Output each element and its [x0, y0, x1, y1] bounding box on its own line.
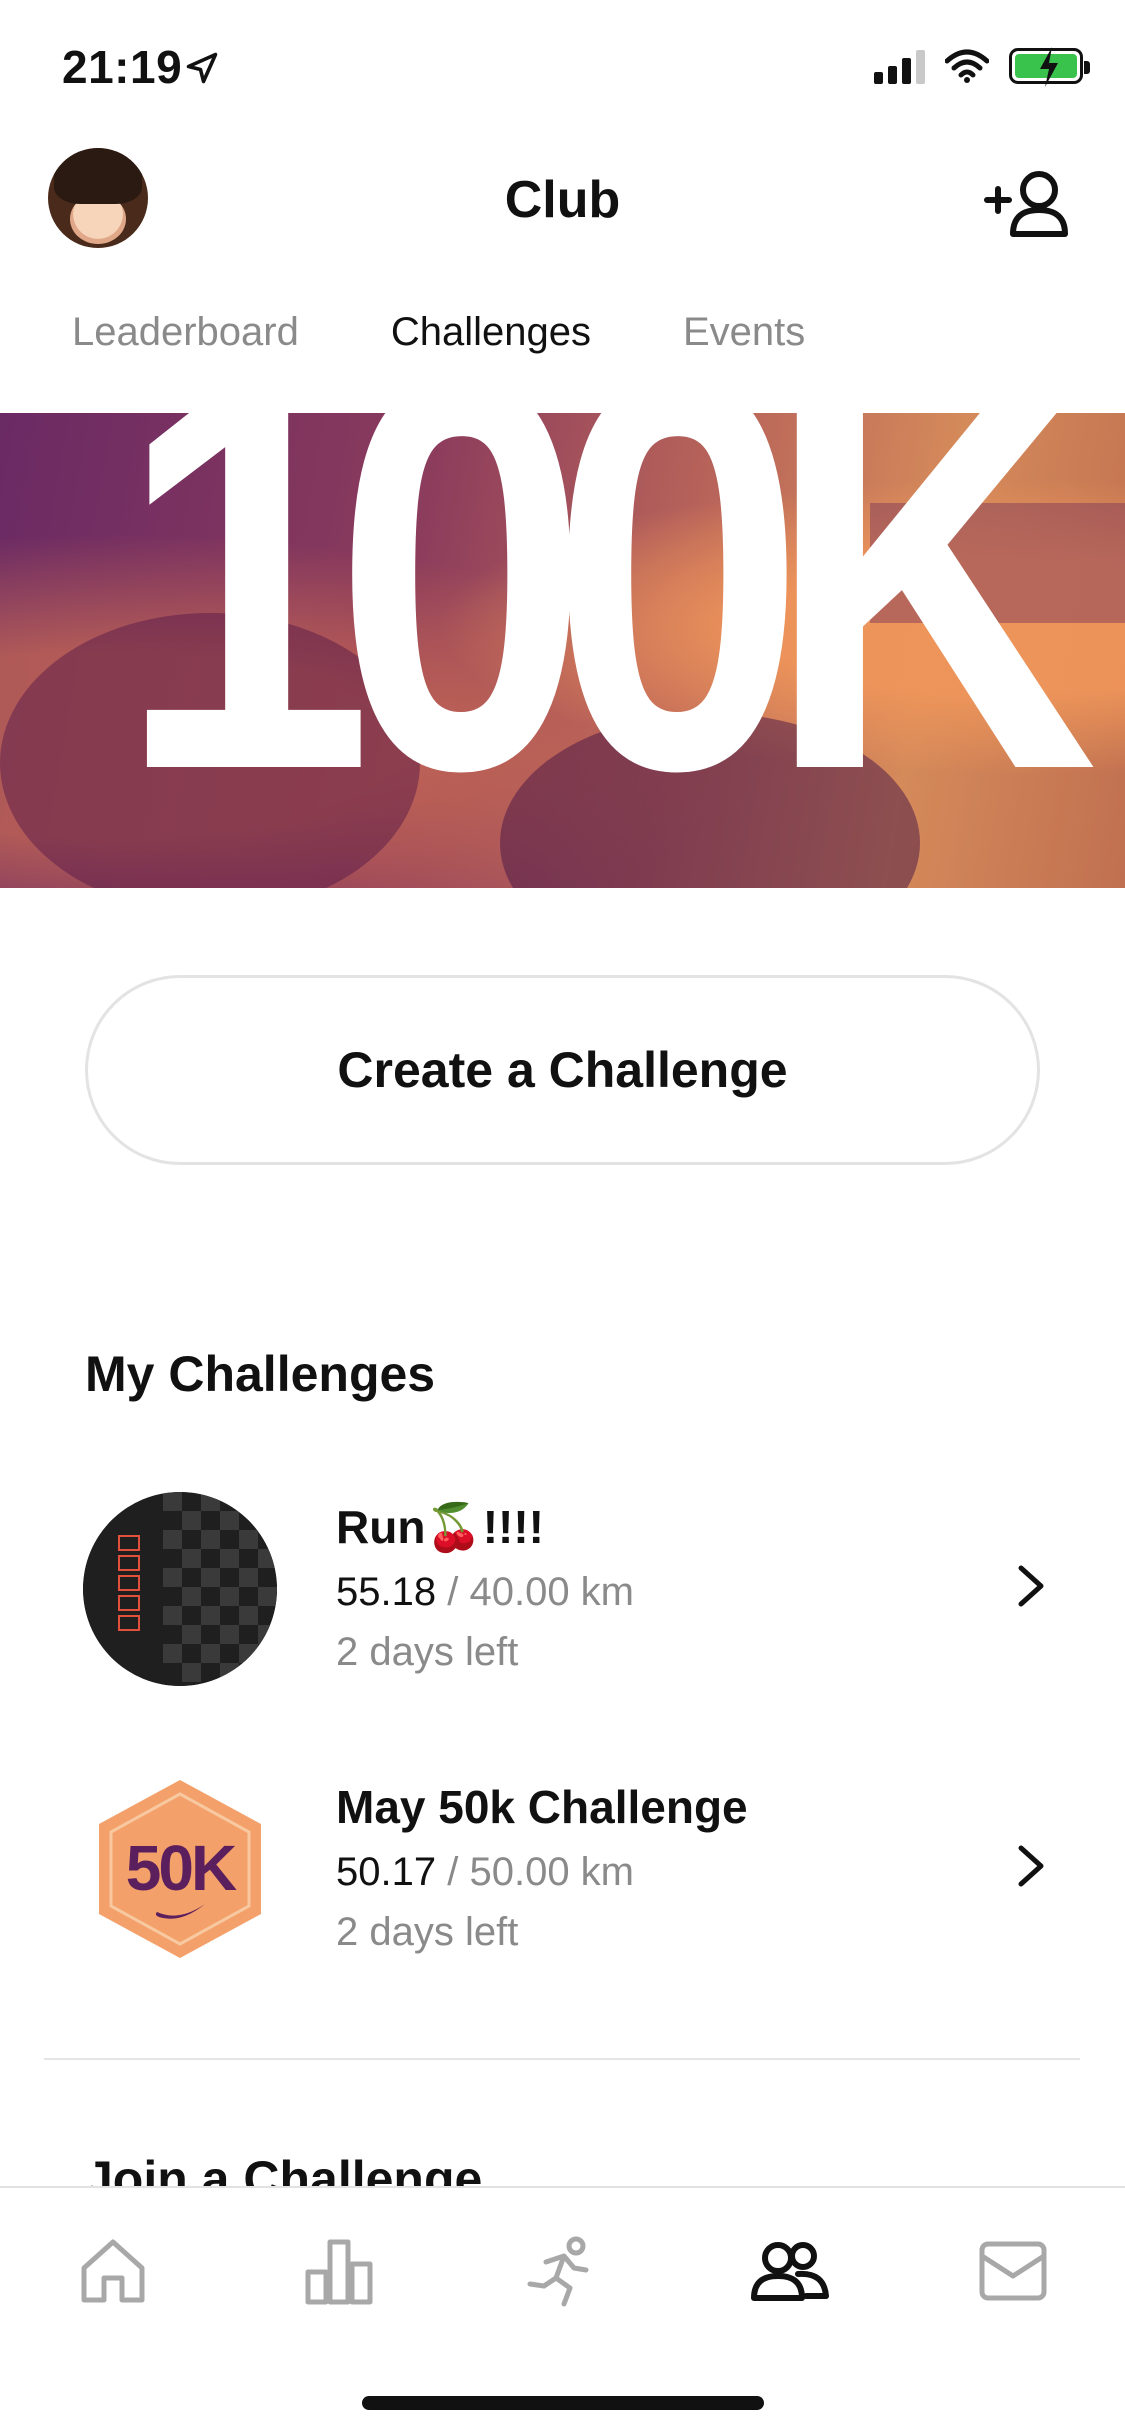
status-time: 21:19 [62, 41, 183, 93]
tab-challenges[interactable]: Challenges [391, 310, 591, 355]
challenge-goal: / 40.00 km [447, 1570, 634, 1614]
club-icon[interactable] [748, 2234, 830, 2308]
status-bar: 21:19 [0, 0, 1125, 140]
challenge-row[interactable]: Run🍒!!!! 55.18 / 40.00 km 2 days left [0, 1480, 1125, 1700]
section-divider [44, 2058, 1080, 2060]
challenge-days-left: 2 days left [336, 1630, 519, 1674]
wifi-icon [945, 49, 989, 83]
chevron-right-icon [1018, 1845, 1044, 1887]
home-indicator [362, 2396, 764, 2410]
battery-icon [1009, 47, 1090, 87]
status-icons [874, 47, 1090, 87]
challenge-row[interactable]: 50K May 50k Challenge 50.17 / 50.00 km 2… [0, 1760, 1125, 1980]
challenge-title: Run🍒!!!! [336, 1501, 544, 1553]
run-icon[interactable] [524, 2234, 598, 2308]
create-challenge-button[interactable]: Create a Challenge [85, 975, 1040, 1165]
home-icon[interactable] [76, 2234, 150, 2308]
challenge-progress-value: 55.18 [336, 1570, 437, 1614]
activity-icon[interactable] [302, 2234, 376, 2308]
my-challenges-heading: My Challenges [85, 1346, 436, 1402]
checkered-badge-icon [83, 1492, 277, 1686]
tab-events[interactable]: Events [683, 310, 805, 355]
challenge-title: May 50k Challenge [336, 1781, 748, 1833]
segment-tabs: Leaderboard Challenges Events [72, 310, 897, 355]
challenge-progress: 50.17 / 50.00 km [336, 1850, 634, 1895]
page-title: Club [504, 171, 621, 229]
challenge-progress-value: 50.17 [336, 1850, 437, 1894]
tab-leaderboard[interactable]: Leaderboard [72, 310, 299, 355]
header: Club [0, 140, 1125, 290]
hero-banner[interactable]: 100K [0, 413, 1125, 888]
badge-text: 50K [126, 1832, 237, 1904]
challenge-progress: 55.18 / 40.00 km [336, 1570, 634, 1615]
challenge-goal: / 50.00 km [447, 1850, 634, 1894]
add-friend-icon[interactable] [983, 162, 1069, 242]
chevron-right-icon [1018, 1565, 1044, 1607]
inbox-icon[interactable] [976, 2234, 1050, 2308]
challenge-days-left: 2 days left [336, 1910, 519, 1954]
location-arrow-icon [186, 52, 218, 84]
charging-bolt-icon [1040, 47, 1058, 87]
50k-hexagon-badge-icon: 50K [99, 1780, 261, 1958]
cellular-signal-icon [874, 48, 925, 84]
hero-title: 100K [118, 413, 1098, 886]
